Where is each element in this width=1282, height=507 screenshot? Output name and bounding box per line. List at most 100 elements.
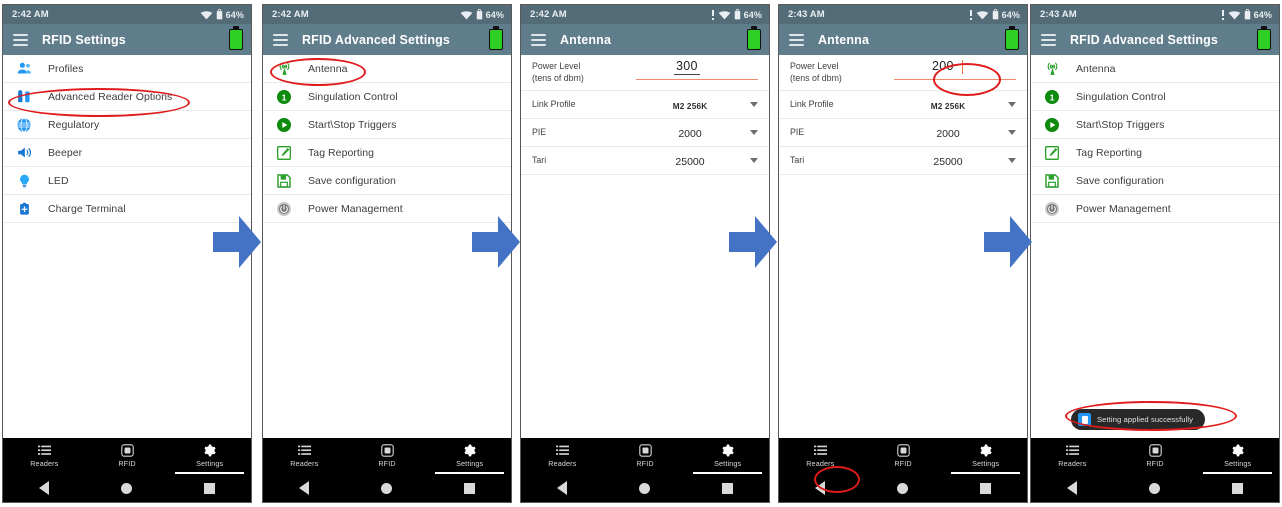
field-link-profile[interactable]: Link Profile M2 256K	[521, 91, 769, 119]
back-triangle-icon[interactable]	[557, 481, 567, 495]
wifi-icon	[200, 10, 213, 19]
tab-readers[interactable]: Readers	[779, 438, 862, 474]
bottom-tab-bar: Readers RFID Settings	[263, 438, 511, 474]
back-triangle-icon[interactable]	[1067, 481, 1077, 495]
menu-item-power-management[interactable]: Power Management	[1031, 195, 1279, 223]
field-value: M2 256K	[672, 101, 708, 111]
power-level-slider-track	[894, 78, 1016, 81]
tab-settings[interactable]: Settings	[428, 438, 511, 474]
menu-item-profiles[interactable]: Profiles	[3, 55, 251, 83]
menu-item-beeper[interactable]: Beeper	[3, 139, 251, 167]
power-level-slider-track	[636, 78, 758, 81]
tab-settings[interactable]: Settings	[168, 438, 251, 474]
menu-item-label: Singulation Control	[1076, 90, 1166, 103]
hamburger-menu-icon[interactable]	[1041, 33, 1056, 46]
chevron-down-icon[interactable]	[750, 158, 758, 163]
field-label: PIE	[532, 126, 547, 137]
menu-item-advanced-reader-options[interactable]: Advanced Reader Options	[3, 83, 251, 111]
home-circle-icon[interactable]	[381, 482, 392, 494]
menu-item-start-stop-triggers[interactable]: Start\Stop Triggers	[1031, 111, 1279, 139]
field-tari[interactable]: Tari 25000	[521, 147, 769, 175]
app-bar: Antenna	[521, 24, 769, 55]
home-circle-icon[interactable]	[1149, 482, 1160, 494]
hamburger-menu-icon[interactable]	[531, 33, 546, 46]
recents-square-icon[interactable]	[722, 482, 733, 494]
battery-percent: 64%	[225, 9, 244, 20]
power-level-input[interactable]: 200	[876, 58, 1016, 88]
chevron-down-icon[interactable]	[1008, 102, 1016, 107]
field-power-level[interactable]: Power Level (tens of dbm) 200	[779, 55, 1027, 91]
chevron-down-icon[interactable]	[1008, 130, 1016, 135]
menu-item-regulatory[interactable]: Regulatory	[3, 111, 251, 139]
status-bar: 2:43 AM 64%	[1031, 5, 1279, 24]
menu-item-save-configuration[interactable]: Save configuration	[1031, 167, 1279, 195]
menu-item-label: Regulatory	[48, 118, 100, 131]
field-value: 25000	[675, 155, 705, 168]
menu-item-led[interactable]: LED	[3, 167, 251, 195]
field-label: Power Level (tens of dbm)	[790, 61, 842, 84]
field-tari[interactable]: Tari 25000	[779, 147, 1027, 175]
menu-item-antenna[interactable]: Antenna	[1031, 55, 1279, 83]
phone-panel-rfid-advanced-settings-confirm: 2:43 AM 64% RFID Advanced Settings Anten…	[1030, 4, 1280, 503]
hamburger-menu-icon[interactable]	[789, 33, 804, 46]
back-triangle-icon[interactable]	[815, 481, 825, 495]
menu-item-label: Beeper	[48, 146, 83, 159]
recents-square-icon[interactable]	[464, 482, 475, 494]
tab-rfid[interactable]: RFID	[604, 438, 687, 474]
battery-status-icon	[229, 26, 243, 50]
field-pie[interactable]: PIE 2000	[779, 119, 1027, 147]
menu-item-save-configuration[interactable]: Save configuration	[263, 167, 511, 195]
globe-icon	[13, 114, 35, 136]
tab-readers[interactable]: Readers	[1031, 438, 1114, 474]
field-pie[interactable]: PIE 2000	[521, 119, 769, 147]
alert-icon	[1221, 10, 1225, 20]
recents-square-icon[interactable]	[980, 482, 991, 494]
hamburger-menu-icon[interactable]	[13, 33, 28, 46]
tab-settings[interactable]: Settings	[686, 438, 769, 474]
tab-readers[interactable]: Readers	[263, 438, 346, 474]
menu-item-tag-reporting[interactable]: Tag Reporting	[1031, 139, 1279, 167]
menu-item-label: Power Management	[308, 202, 403, 215]
alert-icon	[711, 10, 715, 20]
tab-readers[interactable]: Readers	[521, 438, 604, 474]
status-time: 2:43 AM	[788, 9, 825, 20]
menu-item-singulation-control[interactable]: 1 Singulation Control	[1031, 83, 1279, 111]
chevron-down-icon[interactable]	[750, 130, 758, 135]
menu-item-antenna[interactable]: Antenna	[263, 55, 511, 83]
hamburger-menu-icon[interactable]	[273, 33, 288, 46]
battery-percent: 64%	[1253, 9, 1272, 20]
settings-menu-list: Profiles Advanced Reader Options Regulat…	[3, 55, 251, 223]
menu-item-start-stop-triggers[interactable]: Start\Stop Triggers	[263, 111, 511, 139]
tab-settings[interactable]: Settings	[1196, 438, 1279, 474]
home-circle-icon[interactable]	[639, 482, 650, 494]
status-bar: 2:42 AM 64%	[3, 5, 251, 24]
chevron-down-icon[interactable]	[750, 102, 758, 107]
tab-rfid[interactable]: RFID	[86, 438, 169, 474]
field-link-profile[interactable]: Link Profile M2 256K	[779, 91, 1027, 119]
menu-item-tag-reporting[interactable]: Tag Reporting	[263, 139, 511, 167]
menu-item-singulation-control[interactable]: 1 Singulation Control	[263, 83, 511, 111]
tab-rfid[interactable]: RFID	[862, 438, 945, 474]
tab-settings[interactable]: Settings	[944, 438, 1027, 474]
power-level-input[interactable]: 300	[618, 58, 758, 88]
chevron-down-icon[interactable]	[1008, 158, 1016, 163]
play-icon	[273, 114, 295, 136]
alert-icon	[969, 10, 973, 20]
recents-square-icon[interactable]	[1232, 482, 1243, 494]
tab-rfid[interactable]: RFID	[1114, 438, 1197, 474]
field-power-level[interactable]: Power Level (tens of dbm) 300	[521, 55, 769, 91]
flow-arrow-4	[982, 214, 1034, 270]
back-triangle-icon[interactable]	[39, 481, 49, 495]
recents-square-icon[interactable]	[204, 482, 215, 494]
menu-item-label: Tag Reporting	[1076, 146, 1143, 159]
tab-label: RFID	[118, 459, 136, 468]
home-circle-icon[interactable]	[121, 482, 132, 494]
status-time: 2:42 AM	[272, 9, 309, 20]
flow-arrow-2	[470, 214, 522, 270]
flow-arrow-1	[211, 214, 263, 270]
battery-lock-icon	[992, 9, 998, 20]
home-circle-icon[interactable]	[897, 482, 908, 494]
back-triangle-icon[interactable]	[299, 481, 309, 495]
tab-readers[interactable]: Readers	[3, 438, 86, 474]
tab-rfid[interactable]: RFID	[346, 438, 429, 474]
